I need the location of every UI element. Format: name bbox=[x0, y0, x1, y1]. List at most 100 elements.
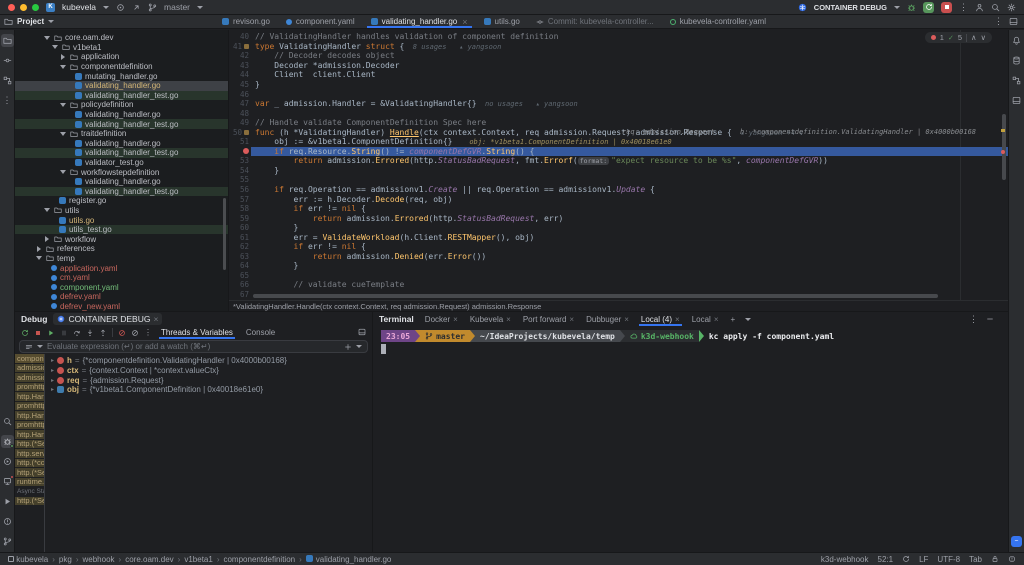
code-line[interactable]: 42 // Decoder decodes object bbox=[229, 51, 1008, 61]
user-icon[interactable] bbox=[975, 3, 984, 12]
gutter[interactable]: 54 bbox=[229, 166, 251, 175]
debug-panel-title[interactable]: Debug bbox=[21, 314, 47, 324]
gutter[interactable]: 61 bbox=[229, 233, 251, 242]
add-watch-icon[interactable] bbox=[344, 343, 352, 351]
chevron-down-icon[interactable] bbox=[59, 170, 67, 175]
run-configuration-name[interactable]: CONTAINER DEBUG bbox=[814, 3, 887, 12]
variable-row[interactable]: ▸ h = {*componentdefinition.ValidatingHandl… bbox=[45, 356, 372, 366]
tree-item[interactable]: utils_test.go bbox=[15, 224, 228, 235]
gutter[interactable]: 45 bbox=[229, 80, 251, 89]
git-branch-name[interactable]: master bbox=[164, 2, 190, 12]
more-actions-icon[interactable]: ⋮ bbox=[959, 2, 968, 12]
code-line[interactable]: 44 Client client.Client bbox=[229, 70, 1008, 80]
chevron-down-icon[interactable] bbox=[37, 345, 43, 348]
breadcrumb-item[interactable]: validating_handler.go bbox=[305, 554, 391, 564]
view-breakpoints-icon[interactable] bbox=[118, 329, 126, 337]
gutter[interactable]: 40 bbox=[229, 32, 251, 41]
breadcrumb-item[interactable]: webhook bbox=[83, 555, 115, 564]
tree-item[interactable]: validating_handler_test.go bbox=[15, 90, 228, 101]
tree-item[interactable]: validating_handler_test.go bbox=[15, 119, 228, 129]
tree-item[interactable]: component.yaml bbox=[15, 282, 228, 292]
tool-button-ai-assistant[interactable]: ⌣ bbox=[1010, 535, 1023, 548]
gutter[interactable]: 41 bbox=[229, 42, 251, 51]
code-line[interactable]: 50 func (h *ValidatingHandler) Handle(ctx… bbox=[229, 127, 1008, 137]
gutter[interactable]: 66 bbox=[229, 280, 251, 289]
code-area[interactable]: 40 // ValidatingHandler handles validatio… bbox=[229, 32, 1008, 299]
frame-item[interactable]: Async Sta bbox=[15, 487, 44, 497]
debug-icon[interactable] bbox=[907, 3, 916, 12]
rerun-icon[interactable] bbox=[21, 329, 29, 337]
gutter-marker-icon[interactable] bbox=[244, 129, 249, 135]
project-name[interactable]: kubevela bbox=[62, 2, 96, 12]
code-line[interactable]: 54 } bbox=[229, 166, 1008, 176]
breadcrumb-item[interactable]: v1beta1 bbox=[184, 555, 212, 564]
tree-item[interactable]: validating_handler.go bbox=[15, 110, 228, 120]
tree-item[interactable]: validating_handler_test.go bbox=[15, 148, 228, 158]
gutter[interactable]: 43 bbox=[229, 61, 251, 70]
tree-item[interactable]: validating_handler.go bbox=[15, 80, 228, 91]
expand-chevron-icon[interactable]: ▸ bbox=[51, 377, 54, 384]
tool-button-debug[interactable] bbox=[0, 435, 14, 448]
tree-item[interactable]: references bbox=[15, 244, 228, 254]
tree-item[interactable]: cm.yaml bbox=[15, 273, 228, 283]
code-line[interactable]: 51 obj := &v1beta1.ComponentDefinition{}… bbox=[229, 137, 1008, 147]
breadcrumb-item[interactable]: componentdefinition bbox=[223, 555, 295, 564]
close-icon[interactable]: × bbox=[675, 315, 680, 324]
breadcrumb-item[interactable]: kubevela bbox=[8, 555, 48, 564]
status-item[interactable]: LF bbox=[919, 555, 928, 564]
code-line[interactable]: if req.Resource.String() != componentDef… bbox=[229, 146, 1008, 157]
code-line[interactable]: 56 if req.Operation == admissionv1.Creat… bbox=[229, 185, 1008, 195]
gutter[interactable]: 48 bbox=[229, 109, 251, 118]
new-terminal-tab-button[interactable]: + bbox=[726, 312, 741, 326]
gutter[interactable]: 59 bbox=[229, 214, 251, 223]
tool-button-services[interactable] bbox=[1, 475, 14, 488]
frame-item[interactable]: http.Han bbox=[15, 411, 44, 421]
close-icon[interactable]: × bbox=[453, 315, 458, 324]
gutter[interactable]: 53 bbox=[229, 156, 251, 165]
gutter[interactable]: 58 bbox=[229, 204, 251, 213]
watch-icon[interactable] bbox=[25, 343, 33, 351]
code-line[interactable]: 49 // Handle validate ComponentDefinition… bbox=[229, 118, 1008, 128]
chevron-down-icon[interactable] bbox=[43, 35, 51, 40]
variable-row[interactable]: ▸ req = {admission.Request} bbox=[45, 375, 372, 385]
gutter[interactable]: 49 bbox=[229, 118, 251, 127]
mute-breakpoints-icon[interactable] bbox=[131, 329, 139, 337]
tree-item[interactable]: mutating_handler.go bbox=[15, 71, 228, 81]
rerun-button[interactable] bbox=[923, 1, 934, 13]
open-in-new-icon[interactable] bbox=[132, 3, 141, 12]
code-line[interactable]: 57 err := h.Decoder.Decode(req, obj) bbox=[229, 194, 1008, 204]
frame-item[interactable]: promhttp bbox=[15, 401, 44, 411]
variable-row[interactable]: ▸ ctx = {context.Context | *context.valueCt… bbox=[45, 366, 372, 376]
gutter[interactable] bbox=[229, 148, 251, 155]
code-line[interactable]: 43 Decoder *admission.Decoder bbox=[229, 61, 1008, 71]
tree-item[interactable]: validating_handler.go bbox=[15, 177, 228, 187]
gutter[interactable]: 42 bbox=[229, 51, 251, 60]
close-icon[interactable]: × bbox=[569, 315, 574, 324]
code-line[interactable]: 65 bbox=[229, 271, 1008, 281]
status-item[interactable]: k3d-webhook bbox=[821, 555, 869, 564]
code-line[interactable]: 41 type ValidatingHandler struct { 8 usag… bbox=[229, 42, 1008, 52]
terminal-tab[interactable]: Docker × bbox=[420, 312, 463, 326]
tree-item[interactable]: application bbox=[15, 52, 228, 62]
gutter[interactable]: 60 bbox=[229, 223, 251, 232]
tree-item[interactable]: validating_handler.go bbox=[15, 139, 228, 149]
code-line[interactable]: 45} bbox=[229, 80, 1008, 90]
code-line[interactable]: 62 if err != nil { bbox=[229, 242, 1008, 252]
chevron-down-icon[interactable] bbox=[48, 20, 55, 23]
step-out-icon[interactable] bbox=[99, 329, 107, 337]
chevron-down-icon[interactable] bbox=[356, 345, 362, 348]
resume-icon[interactable] bbox=[47, 329, 55, 337]
tree-item[interactable]: application.yaml bbox=[15, 263, 228, 273]
editor-tab[interactable]: utils.go bbox=[476, 15, 528, 28]
frame-item[interactable]: http.(*Se bbox=[15, 496, 44, 506]
breakpoint-icon[interactable] bbox=[243, 148, 249, 155]
code-editor[interactable]: 40 // ValidatingHandler handles validatio… bbox=[229, 30, 1008, 311]
gutter[interactable]: 51 bbox=[229, 137, 251, 146]
step-into-icon[interactable] bbox=[86, 329, 94, 337]
frame-item[interactable]: compone bbox=[15, 354, 44, 364]
gutter[interactable]: 56 bbox=[229, 185, 251, 194]
tree-item[interactable]: defrev.yaml bbox=[15, 292, 228, 302]
more-icon[interactable]: ⋮ bbox=[144, 328, 152, 337]
search-icon[interactable] bbox=[991, 3, 1000, 12]
tab-console[interactable]: Console bbox=[242, 326, 279, 339]
